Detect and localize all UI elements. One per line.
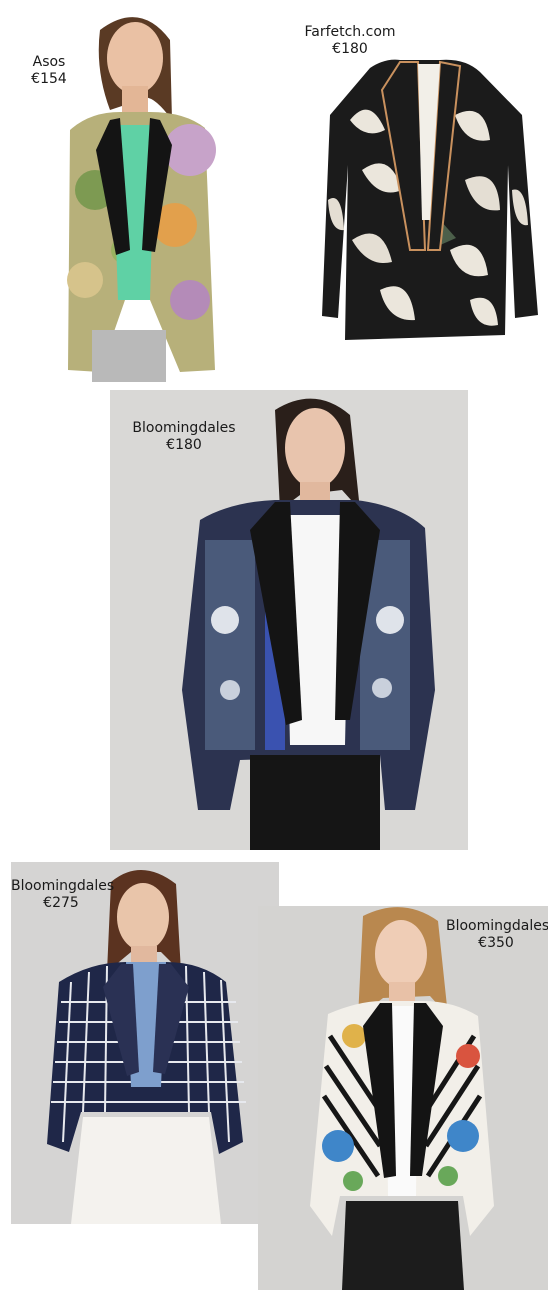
product-label-farfetch: Farfetch.com €180 xyxy=(296,24,404,58)
price: €180 xyxy=(166,437,202,453)
product-photo-asos[interactable]: Asos €154 xyxy=(0,0,290,382)
store-name: Bloomingdales xyxy=(132,420,236,436)
product-photo-farfetch[interactable]: Farfetch.com €180 xyxy=(290,0,560,382)
store-name: Asos xyxy=(32,54,66,70)
product-label-bloomingdales-275: Bloomingdales €275 xyxy=(11,878,115,912)
price: €275 xyxy=(43,895,79,911)
product-label-bloomingdales-350: Bloomingdales €350 xyxy=(446,918,548,952)
price: €350 xyxy=(478,935,514,951)
striped-floral-blazer-illustration xyxy=(310,907,494,1290)
navy-print-blazer-illustration xyxy=(182,398,435,850)
store-name: Bloomingdales xyxy=(11,878,115,894)
price: €154 xyxy=(31,71,67,87)
product-photo-bloomingdales-180[interactable]: Bloomingdales €180 xyxy=(110,390,468,850)
store-name: Bloomingdales xyxy=(446,918,548,934)
product-photo-bloomingdales-275[interactable]: Bloomingdales €275 xyxy=(11,862,279,1224)
product-label-bloomingdales-180: Bloomingdales €180 xyxy=(124,420,244,454)
product-photo-bloomingdales-350[interactable]: Bloomingdales €350 xyxy=(258,906,548,1290)
grid-print-blazer-illustration xyxy=(47,869,246,1224)
store-name: Farfetch.com xyxy=(304,24,396,40)
product-label-asos: Asos €154 xyxy=(20,54,78,88)
price: €180 xyxy=(332,41,368,57)
